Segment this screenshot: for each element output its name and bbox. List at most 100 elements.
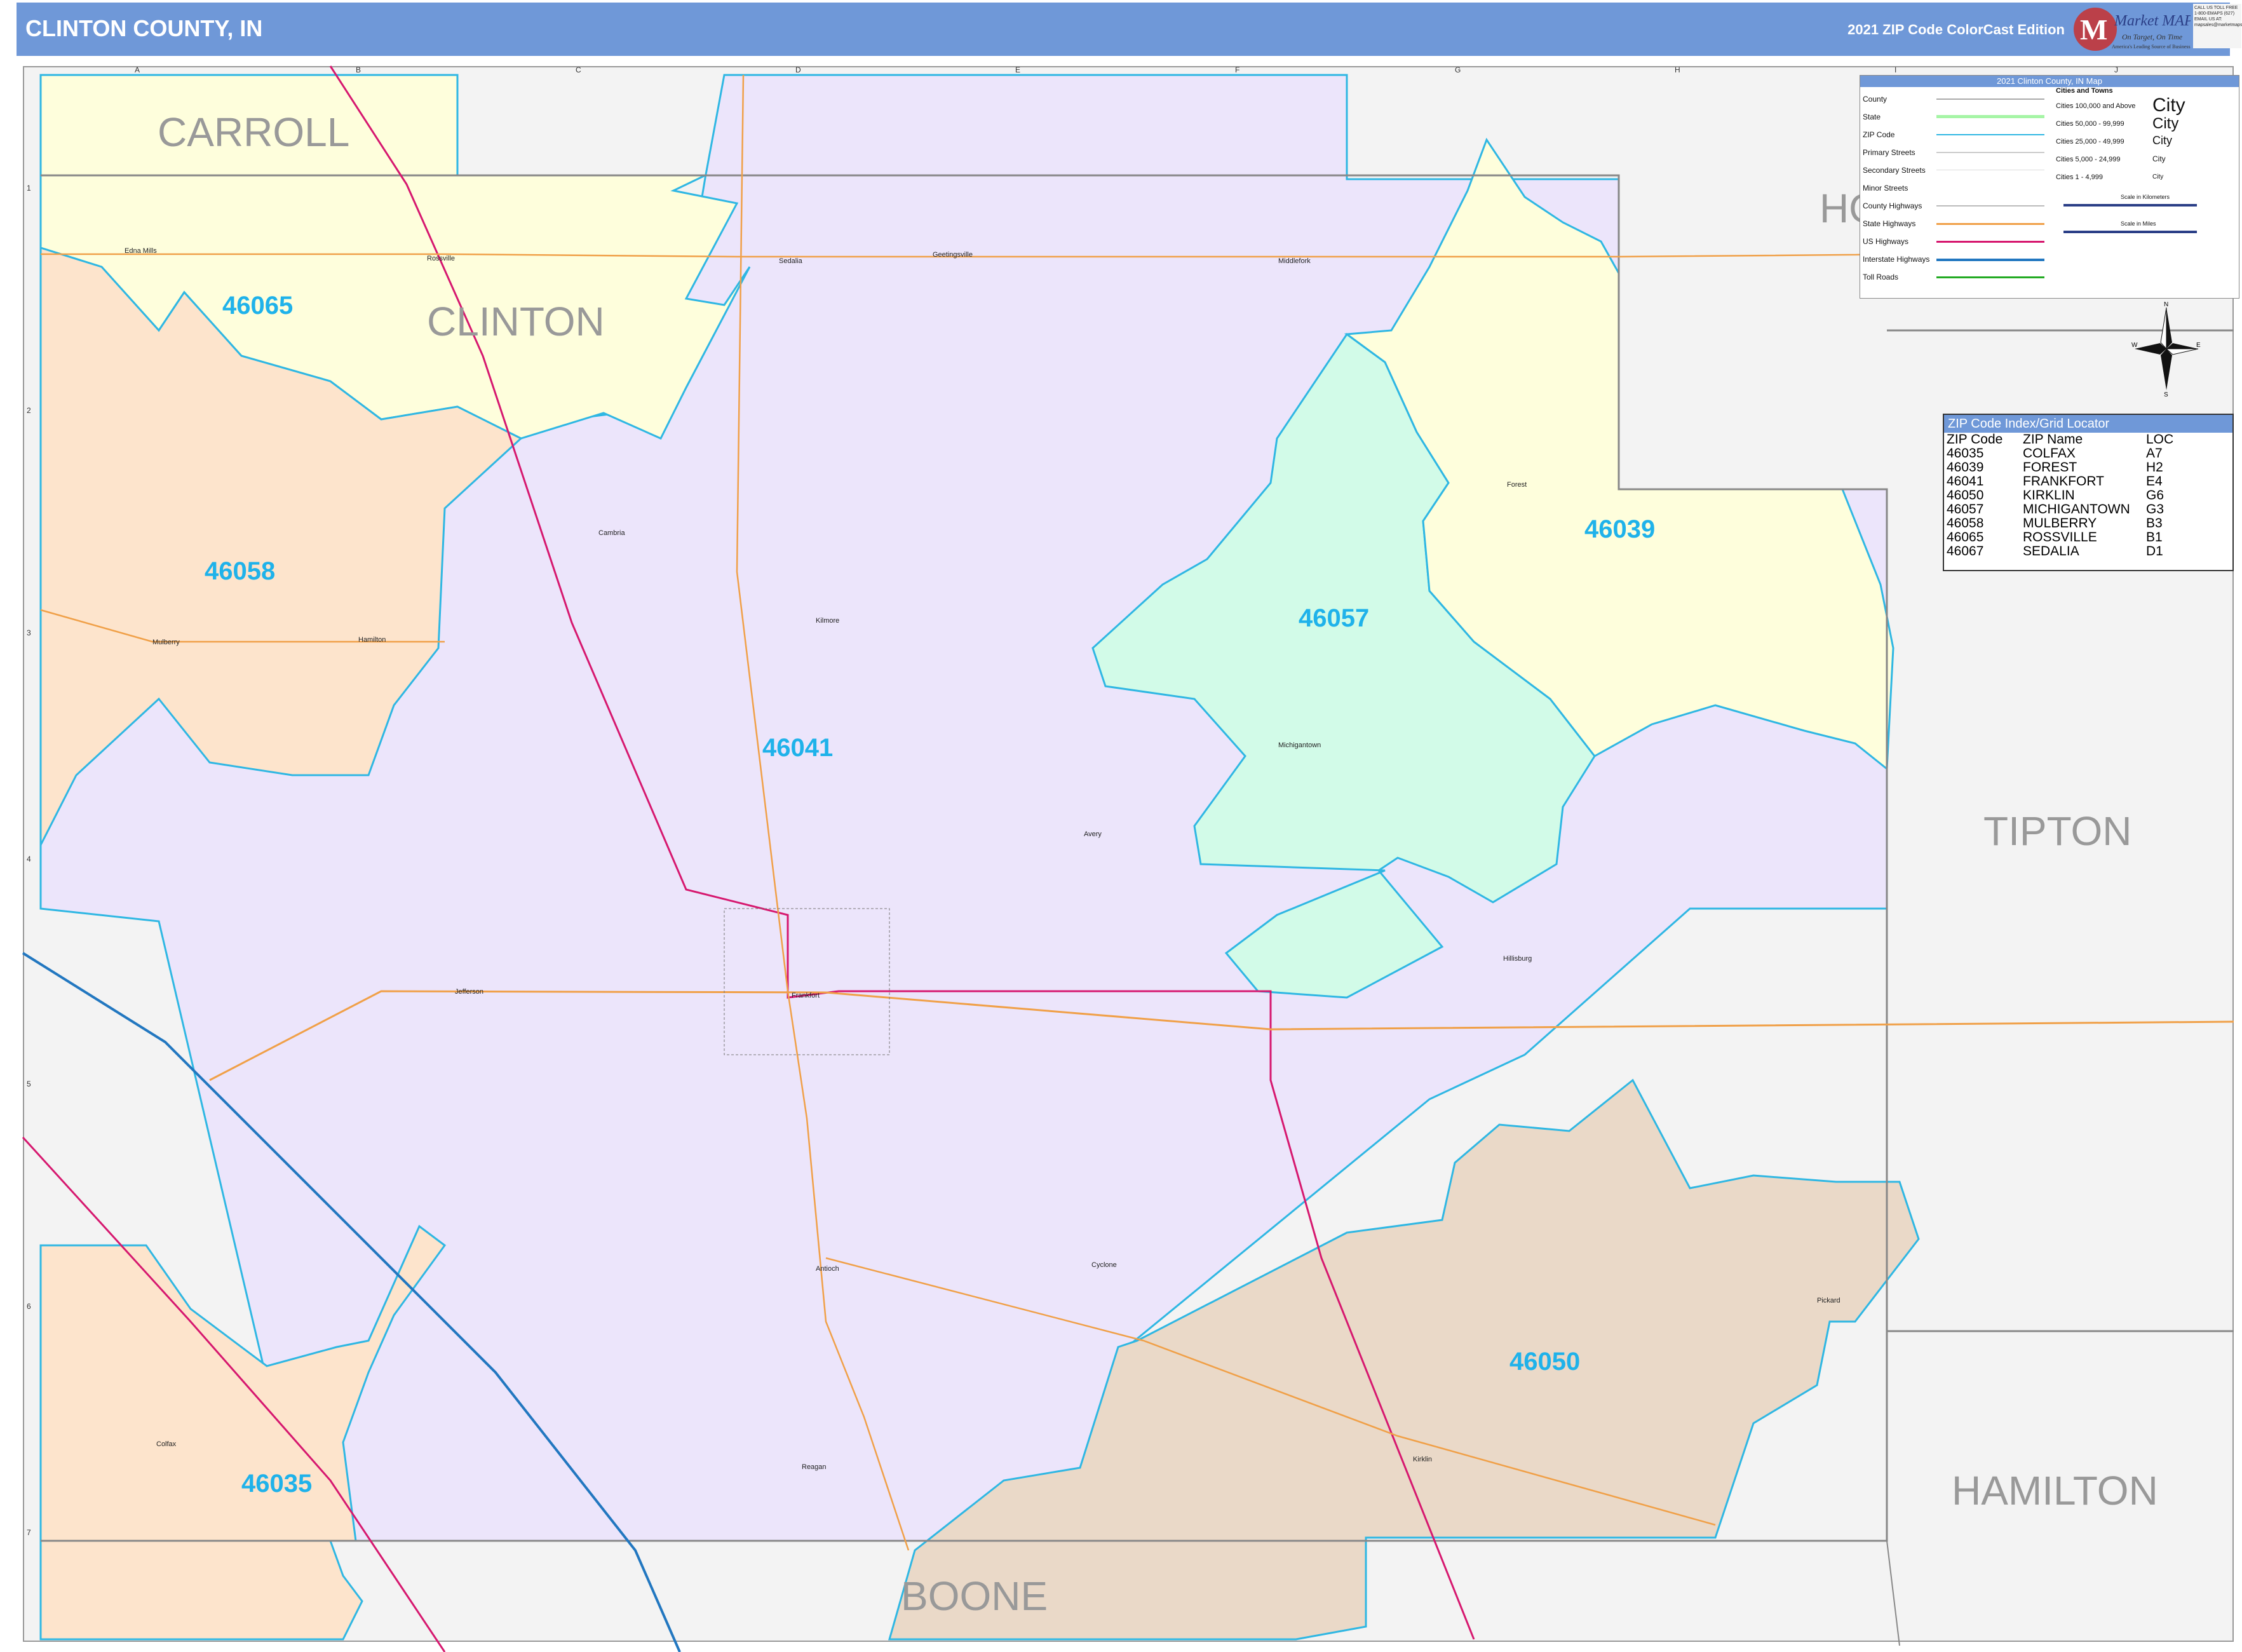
name-cell: SEDALIA [2023, 544, 2079, 559]
legend-item-state: State [1863, 112, 1881, 121]
legend-cities-5k: Cities 5,000 - 24,999 [2056, 156, 2121, 163]
name-cell: FOREST [2023, 460, 2077, 475]
legend-item-county: County [1863, 95, 1887, 104]
legend-swatch-primary [1936, 152, 2044, 153]
zip-cell: 46039 [1947, 460, 1984, 475]
legend-swatch-us-hwy [1936, 241, 2044, 243]
legend-swatch-state [1936, 115, 2044, 118]
town-colfax: Colfax [156, 1440, 177, 1448]
zip-label-46035: 46035 [241, 1470, 312, 1498]
legend-city-sample-2: City [2152, 115, 2179, 132]
legend-city-sample-4: City [2152, 154, 2166, 163]
zip-label-46041: 46041 [762, 734, 833, 762]
town-forest: Forest [1507, 481, 1527, 489]
compass-e: E [2196, 342, 2201, 349]
legend-item-state-hwy: State Highways [1863, 219, 1916, 228]
loc-cell: G6 [2146, 488, 2164, 503]
grid-col-g: G [1455, 65, 1461, 74]
legend-swatch-interstate [1936, 259, 2044, 261]
zip-label-46039: 46039 [1584, 515, 1655, 543]
zip-cell: 46041 [1947, 474, 1984, 489]
grid-col-i: I [1894, 65, 1896, 74]
grid-row-3: 3 [27, 628, 31, 637]
grid-col-c: C [576, 65, 581, 74]
legend-swatch-state-hwy [1936, 223, 2044, 225]
compass-rose: N S W E [2131, 301, 2201, 398]
legend-cities-100k: Cities 100,000 and Above [2056, 102, 2136, 110]
grid-row-1: 1 [27, 184, 31, 193]
name-cell: MICHIGANTOWN [2023, 502, 2130, 517]
grid-col-e: E [1015, 65, 1020, 74]
grid-row-4: 4 [27, 855, 31, 863]
loc-cell: G3 [2146, 502, 2164, 517]
name-cell: FRANKFORT [2023, 474, 2104, 489]
legend-cities-50k: Cities 50,000 - 99,999 [2056, 120, 2124, 128]
table-row: 46067 SEDALIA D1 [1947, 545, 2176, 559]
legend-item-secondary: Secondary Streets [1863, 166, 1926, 175]
town-kirklin: Kirklin [1413, 1456, 1432, 1463]
legend-title: 2021 Clinton County, IN Map [1860, 76, 2239, 87]
zip-index-title: ZIP Code Index/Grid Locator [1944, 415, 2232, 433]
town-jefferson: Jefferson [455, 988, 483, 996]
map-legend: 2021 Clinton County, IN Map County State… [1860, 75, 2239, 299]
table-row: 46041 FRANKFORT E4 [1947, 475, 2176, 489]
zip-label-46058: 46058 [205, 557, 275, 585]
zip-cell: 46067 [1947, 544, 1984, 559]
loc-cell: D1 [2146, 544, 2163, 559]
town-hamilton: Hamilton [358, 636, 386, 644]
zip-index-table: ZIP Code Index/Grid Locator ZIP Code ZIP… [1943, 414, 2234, 571]
grid-row-2: 2 [27, 406, 31, 415]
town-cambria: Cambria [598, 529, 625, 537]
zip-index-header-name: ZIP Name [2023, 432, 2083, 447]
zip-index-header-zip: ZIP Code [1947, 432, 2003, 447]
county-label-carroll: CARROLL [158, 109, 349, 155]
town-sedalia: Sedalia [779, 257, 803, 265]
town-cyclone: Cyclone [1091, 1261, 1117, 1269]
town-hillisburg: Hillisburg [1503, 955, 1532, 963]
town-avery: Avery [1084, 830, 1102, 838]
county-boundary-boone [1886, 1540, 1900, 1646]
grid-row-6: 6 [27, 1302, 31, 1311]
legend-cities-1: Cities 1 - 4,999 [2056, 173, 2103, 181]
name-cell: MULBERRY [2023, 516, 2097, 531]
legend-item-toll: Toll Roads [1863, 273, 1899, 281]
table-row: 46050 KIRKLIN G6 [1947, 489, 2176, 503]
zip-index-header-loc: LOC [2146, 432, 2174, 447]
name-cell: ROSSVILLE [2023, 530, 2097, 545]
table-row: 46035 COLFAX A7 [1947, 447, 2176, 461]
compass-w: W [2131, 342, 2138, 349]
legend-scale-km: Scale in Kilometers [2121, 194, 2170, 200]
zip-label-46065: 46065 [222, 292, 293, 320]
grid-col-a: A [135, 65, 140, 74]
table-row: 46065 ROSSVILLE B1 [1947, 531, 2176, 545]
county-label-tipton: TIPTON [1983, 808, 2132, 854]
grid-col-j: J [2114, 65, 2118, 74]
legend-swatch-county [1936, 98, 2044, 100]
legend-city-sample-3: City [2152, 134, 2172, 147]
legend-city-sample-1: City [2152, 95, 2185, 116]
county-label-clinton: CLINTON [427, 299, 605, 344]
loc-cell: A7 [2146, 446, 2163, 461]
town-pickard: Pickard [1817, 1297, 1840, 1304]
town-geetingsville: Geetingsville [933, 251, 973, 259]
legend-item-zip: ZIP Code [1863, 130, 1895, 139]
legend-item-us-hwy: US Highways [1863, 237, 1909, 246]
grid-row-5: 5 [27, 1080, 31, 1088]
legend-scale-mi-bar [2063, 231, 2197, 233]
compass-s: S [2164, 391, 2168, 396]
legend-item-minor: Minor Streets [1863, 184, 1908, 193]
grid-col-d: D [795, 65, 801, 74]
legend-swatch-county-hwy [1936, 205, 2044, 207]
town-antioch: Antioch [816, 1265, 839, 1273]
legend-city-sample-5: City [2152, 173, 2164, 180]
legend-item-primary: Primary Streets [1863, 148, 1915, 157]
table-row: 46039 FOREST H2 [1947, 461, 2176, 475]
legend-scale-mi: Scale in Miles [2121, 220, 2156, 227]
zip-cell: 46050 [1947, 488, 1984, 503]
legend-item-county-hwy: County Highways [1863, 201, 1922, 210]
zip-cell: 46058 [1947, 516, 1984, 531]
grid-row-7: 7 [27, 1528, 31, 1537]
grid-col-f: F [1235, 65, 1239, 74]
legend-cities-title: Cities and Towns [2056, 87, 2113, 95]
name-cell: KIRKLIN [2023, 488, 2075, 503]
